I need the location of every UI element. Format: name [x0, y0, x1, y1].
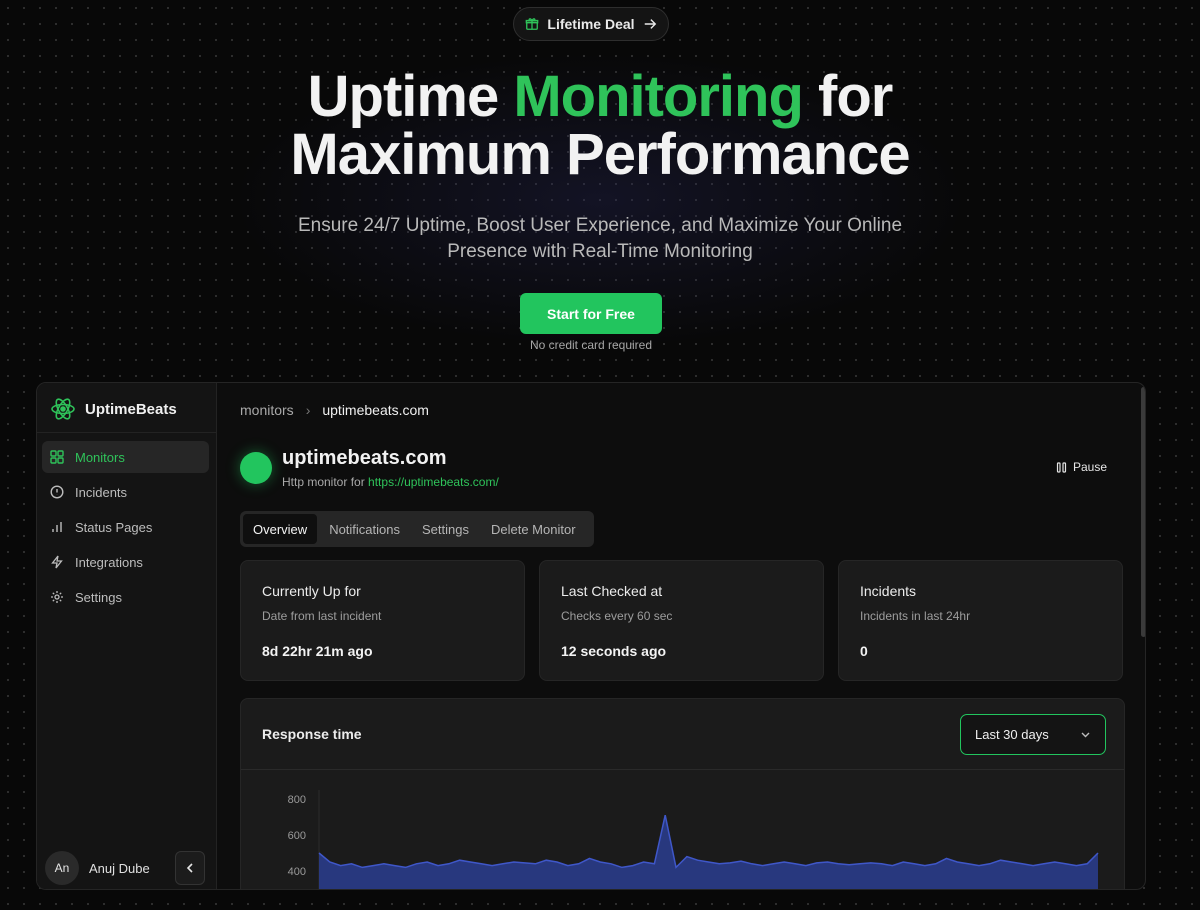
grid-icon — [50, 450, 64, 464]
stat-card-incidents: Incidents Incidents in last 24hr 0 — [838, 560, 1123, 681]
tab-delete-monitor[interactable]: Delete Monitor — [481, 514, 586, 544]
monitor-subtitle: Http monitor for https://uptimebeats.com… — [282, 475, 499, 489]
gift-icon — [526, 18, 539, 30]
chart-title: Response time — [262, 726, 362, 742]
y-tick-label: 800 — [288, 794, 306, 806]
card-subtitle: Incidents in last 24hr — [860, 609, 971, 623]
sidebar-item-status-pages[interactable]: Status Pages — [42, 511, 209, 543]
response-line — [318, 815, 1099, 869]
y-tick-label: 600 — [288, 830, 306, 842]
date-range-value: Last 30 days — [975, 727, 1049, 742]
sidebar-nav: Monitors Incidents Status Pages Integrat… — [42, 441, 209, 616]
app-window: UptimeBeats Monitors Incidents Status Pa… — [36, 382, 1146, 890]
sidebar: UptimeBeats Monitors Incidents Status Pa… — [37, 383, 217, 889]
card-value: 12 seconds ago — [561, 643, 667, 659]
sidebar-item-settings[interactable]: Settings — [42, 581, 209, 613]
date-range-select[interactable]: Last 30 days — [960, 714, 1106, 755]
headline-part-2: for — [818, 64, 893, 129]
monitor-type: Http monitor for — [282, 475, 365, 489]
response-time-chart: 800 600 400 — [288, 790, 1099, 889]
sidebar-item-label: Incidents — [75, 484, 128, 500]
headline-part-3: Maximum Performance — [290, 122, 910, 187]
response-time-card: Response time Last 30 days 800 600 400 — [240, 698, 1125, 889]
collapse-sidebar-button[interactable] — [175, 851, 205, 885]
sidebar-item-label: Integrations — [75, 554, 143, 570]
sidebar-item-incidents[interactable]: Incidents — [42, 476, 209, 508]
uptimebeats-logo-icon — [51, 398, 75, 420]
card-subtitle: Date from last incident — [262, 609, 382, 623]
sidebar-item-integrations[interactable]: Integrations — [42, 546, 209, 578]
pause-label: Pause — [1073, 460, 1108, 474]
stat-card-uptime: Currently Up for Date from last incident… — [240, 560, 525, 681]
monitor-tabs: Overview Notifications Settings Delete M… — [240, 511, 594, 547]
brand-name: UptimeBeats — [85, 400, 177, 418]
hero-subtitle: Ensure 24/7 Uptime, Boost User Experienc… — [297, 215, 903, 262]
card-title: Currently Up for — [262, 583, 361, 599]
breadcrumb-current: uptimebeats.com — [322, 402, 429, 418]
chevron-left-icon — [186, 863, 193, 873]
sidebar-item-label: Settings — [75, 589, 122, 605]
pause-icon — [1056, 461, 1067, 473]
arrow-right-icon — [644, 19, 656, 29]
tab-overview[interactable]: Overview — [243, 514, 318, 544]
bar-chart-icon — [52, 522, 62, 532]
breadcrumb-monitors[interactable]: monitors — [240, 402, 294, 418]
hero-headline: Uptime Monitoring for Maximum Performanc… — [0, 68, 1200, 184]
sidebar-divider — [37, 432, 217, 433]
response-area — [319, 815, 1098, 889]
no-credit-card-note: No credit card required — [529, 338, 653, 352]
headline-accent: Monitoring — [513, 64, 804, 129]
gear-icon — [51, 591, 63, 603]
user-name: Anuj Dube — [89, 860, 150, 876]
scrollbar[interactable] — [1141, 387, 1145, 637]
main-content: monitors › uptimebeats.com uptimebeats.c… — [218, 383, 1140, 889]
avatar: An — [45, 851, 79, 885]
card-subtitle: Checks every 60 sec — [561, 609, 673, 623]
breadcrumb-separator: › — [305, 402, 311, 418]
sidebar-item-label: Status Pages — [75, 519, 153, 535]
start-free-button[interactable]: Start for Free — [520, 293, 662, 334]
card-title: Incidents — [860, 583, 917, 599]
card-title: Last Checked at — [561, 583, 663, 599]
user-profile[interactable]: An Anuj Dube — [45, 851, 150, 885]
hero-section: Lifetime Deal Uptime Monitoring for Maxi… — [0, 0, 1200, 380]
tab-notifications[interactable]: Notifications — [319, 514, 410, 544]
card-value: 0 — [860, 643, 868, 659]
stat-card-last-checked: Last Checked at Checks every 60 sec 12 s… — [539, 560, 824, 681]
lightning-icon — [51, 555, 63, 569]
lifetime-deal-label: Lifetime Deal — [547, 16, 635, 32]
monitor-url-link[interactable]: https://uptimebeats.com/ — [368, 475, 499, 489]
sidebar-item-label: Monitors — [75, 449, 125, 465]
chevron-down-icon — [1081, 732, 1090, 738]
brand[interactable]: UptimeBeats — [50, 396, 177, 422]
status-indicator — [240, 452, 272, 484]
pause-button[interactable]: Pause — [1056, 460, 1107, 474]
tab-settings[interactable]: Settings — [412, 514, 479, 544]
card-value: 8d 22hr 21m ago — [262, 643, 373, 659]
monitor-title: uptimebeats.com — [282, 447, 447, 469]
alert-circle-icon — [50, 485, 64, 499]
lifetime-deal-badge[interactable]: Lifetime Deal — [513, 7, 669, 41]
headline-part-1: Uptime — [307, 64, 500, 129]
breadcrumb: monitors › uptimebeats.com — [240, 402, 429, 418]
sidebar-item-monitors[interactable]: Monitors — [42, 441, 209, 473]
y-tick-label: 400 — [288, 866, 306, 878]
